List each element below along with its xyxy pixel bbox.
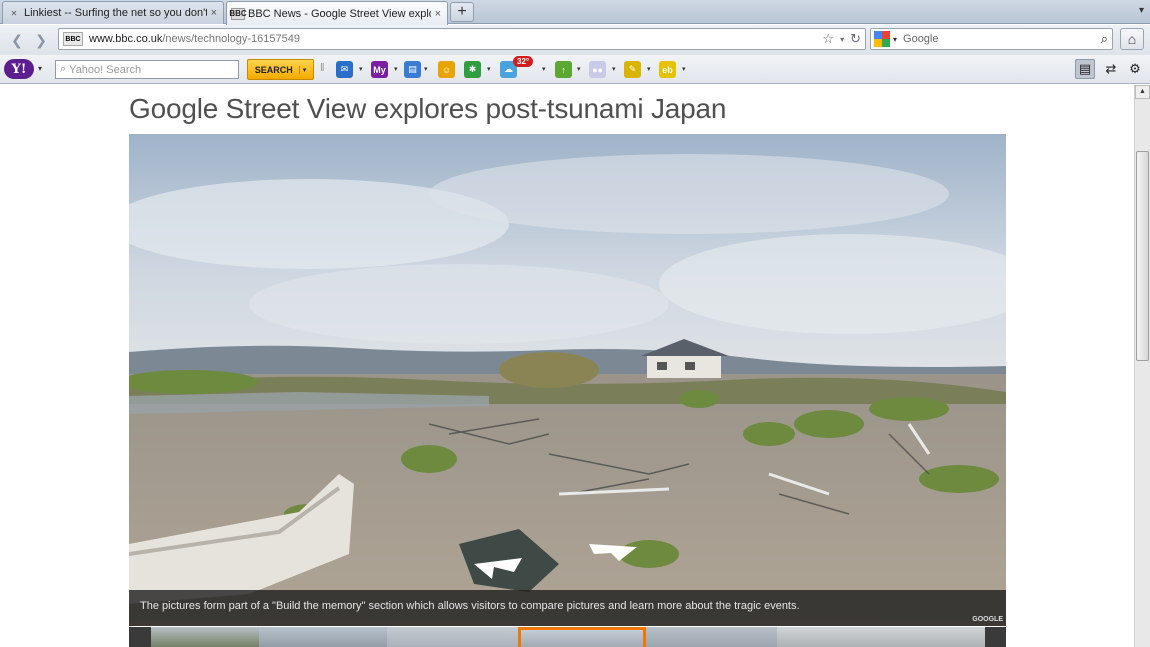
yahoo-search-button[interactable]: SEARCH ▾ bbox=[247, 59, 314, 80]
mail-icon[interactable]: ✉ bbox=[336, 61, 353, 78]
weather-dropdown-icon[interactable]: ▾ bbox=[542, 65, 546, 73]
tab-bar: ✕ Linkiest -- Surfing the net so you don… bbox=[0, 0, 1150, 25]
bookmark-star-icon[interactable]: ☆ bbox=[822, 31, 834, 47]
home-button[interactable]: ⌂ bbox=[1120, 28, 1144, 50]
photo-thumbnail[interactable] bbox=[646, 627, 777, 647]
finance-icon[interactable]: ↑ bbox=[555, 61, 572, 78]
scrollbar-thumb[interactable] bbox=[1136, 151, 1149, 361]
search-input[interactable]: Google bbox=[903, 33, 938, 45]
photo-thumbnail-selected[interactable] bbox=[518, 627, 646, 647]
flickr-dropdown-icon[interactable]: ▾ bbox=[612, 65, 616, 73]
thumbnail-strip-edge bbox=[129, 627, 151, 647]
photo-caption: The pictures form part of a "Build the m… bbox=[129, 590, 1006, 626]
street-view-photo[interactable]: The pictures form part of a "Build the m… bbox=[129, 134, 1006, 626]
search-icon: ⌕ bbox=[60, 63, 67, 75]
flickr-icon[interactable]: ●● bbox=[589, 61, 606, 78]
url-path: /news/technology-16157549 bbox=[162, 33, 300, 45]
sidebar-icon[interactable]: ▤ bbox=[1075, 59, 1095, 79]
tab-linkiest[interactable]: ✕ Linkiest -- Surfing the net so you don… bbox=[2, 1, 224, 24]
street-view-scene-illustration bbox=[129, 134, 1006, 626]
site-identity-icon[interactable]: BBC bbox=[63, 32, 83, 46]
photo-credit: GOOGLE bbox=[972, 616, 1003, 623]
search-icon[interactable]: ⌕ bbox=[1101, 31, 1108, 47]
yahoo-search-placeholder: Yahoo! Search bbox=[69, 63, 142, 76]
tab-title: Linkiest -- Surfing the net so you don't… bbox=[24, 7, 207, 19]
thumbnail-strip-edge bbox=[985, 627, 1006, 647]
settings-gear-icon[interactable]: ⚙ bbox=[1125, 59, 1145, 79]
forward-button[interactable]: ❯ bbox=[30, 29, 52, 51]
vertical-scrollbar[interactable]: ▲ bbox=[1134, 85, 1150, 647]
weather-temperature-badge: 32° bbox=[513, 56, 534, 67]
photo-thumbnail[interactable] bbox=[259, 627, 387, 647]
notepad-icon[interactable]: ✎ bbox=[624, 61, 641, 78]
bbc-favicon-icon: BBC bbox=[229, 7, 247, 20]
sync-icon[interactable]: ⇄ bbox=[1101, 59, 1121, 79]
yahoo-search-button-label: SEARCH bbox=[254, 64, 293, 75]
page-content: Google Street View explores post-tsunami… bbox=[0, 85, 1134, 647]
photo-thumbnail[interactable] bbox=[777, 627, 985, 647]
messenger-icon[interactable]: ☺ bbox=[438, 61, 455, 78]
my-yahoo-icon[interactable]: My bbox=[371, 61, 388, 78]
ebay-dropdown-icon[interactable]: ▾ bbox=[682, 65, 686, 73]
url-host: www.bbc.co.uk bbox=[89, 33, 163, 45]
toolbar-separator-icon: ‖ bbox=[320, 62, 325, 74]
yahoo-toolbar: Y! ▾ ⌕ Yahoo! Search SEARCH ▾ ‖ ✉ ▾ My ▾… bbox=[0, 55, 1150, 84]
photo-thumbnail[interactable] bbox=[151, 627, 259, 647]
games-dropdown-icon[interactable]: ▾ bbox=[487, 65, 491, 73]
finance-dropdown-icon[interactable]: ▾ bbox=[577, 65, 581, 73]
linkiest-favicon-icon: ✕ bbox=[10, 8, 18, 18]
search-bar[interactable]: ▾ Google ⌕ bbox=[870, 28, 1113, 50]
bookmarks-icon[interactable]: ▤ bbox=[404, 61, 421, 78]
url-history-dropdown-icon[interactable]: ▾ bbox=[840, 35, 844, 44]
thumbnail-strip bbox=[129, 627, 1006, 647]
tab-bbc-news[interactable]: BBC BBC News - Google Street View explor… bbox=[226, 1, 448, 25]
back-button[interactable]: ❮ bbox=[6, 29, 28, 51]
new-tab-button[interactable]: + bbox=[450, 2, 474, 22]
yahoo-search-dropdown-icon[interactable]: ▾ bbox=[298, 65, 306, 74]
google-engine-icon[interactable] bbox=[874, 31, 890, 47]
list-all-tabs-icon[interactable]: ▾ bbox=[1139, 5, 1144, 16]
ebay-icon[interactable]: eb bbox=[659, 61, 676, 78]
yahoo-search-input[interactable]: ⌕ Yahoo! Search bbox=[55, 60, 239, 79]
mail-dropdown-icon[interactable]: ▾ bbox=[359, 65, 363, 73]
games-icon[interactable]: ✱ bbox=[464, 61, 481, 78]
bookmarks-dropdown-icon[interactable]: ▾ bbox=[424, 65, 428, 73]
search-engine-dropdown-icon[interactable]: ▾ bbox=[893, 35, 897, 44]
tab-title: BBC News - Google Street View explores .… bbox=[248, 7, 431, 20]
article-headline: Google Street View explores post-tsunami… bbox=[129, 93, 727, 124]
notepad-dropdown-icon[interactable]: ▾ bbox=[647, 65, 651, 73]
navigation-bar: ❮ ❯ BBC www.bbc.co.uk/news/technology-16… bbox=[0, 25, 1150, 55]
yahoo-logo-icon[interactable]: Y! bbox=[4, 59, 34, 79]
scroll-up-arrow-icon[interactable]: ▲ bbox=[1135, 85, 1150, 99]
close-tab-icon[interactable]: × bbox=[211, 7, 217, 19]
address-bar[interactable]: BBC www.bbc.co.uk/news/technology-161575… bbox=[58, 28, 866, 50]
reload-icon[interactable]: ↻ bbox=[850, 31, 861, 47]
yahoo-menu-dropdown-icon[interactable]: ▾ bbox=[38, 64, 42, 73]
my-yahoo-dropdown-icon[interactable]: ▾ bbox=[394, 65, 398, 73]
photo-thumbnail[interactable] bbox=[387, 627, 518, 647]
close-tab-icon[interactable]: × bbox=[435, 8, 441, 20]
